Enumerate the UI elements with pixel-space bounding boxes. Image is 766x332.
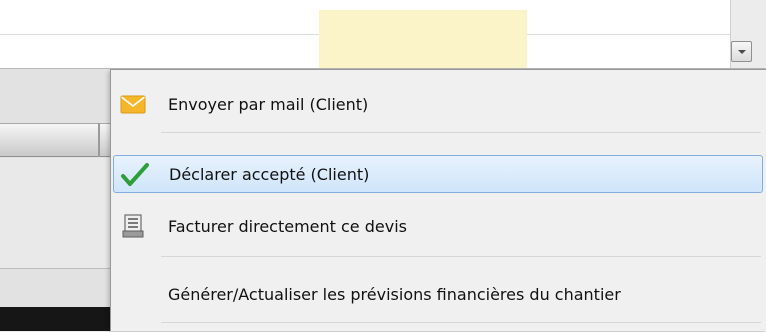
menu-item-generate-forecasts[interactable]: Générer/Actualiser les prévisions financ…	[113, 275, 763, 313]
context-menu: Envoyer par mail (Client) Déclarer accep…	[110, 69, 766, 331]
menu-separator	[161, 132, 761, 133]
background-panel	[0, 158, 110, 269]
background-dark-strip	[0, 307, 110, 331]
menu-separator	[161, 256, 761, 257]
menu-item-label: Envoyer par mail (Client)	[168, 94, 369, 114]
menu-item-label: Déclarer accepté (Client)	[169, 164, 370, 184]
envelope-icon	[119, 89, 149, 119]
column-separator[interactable]	[98, 123, 100, 157]
menu-separator	[161, 322, 761, 323]
dropdown-button[interactable]	[731, 41, 752, 62]
menu-item-label: Générer/Actualiser les prévisions financ…	[168, 284, 621, 304]
menu-item-send-mail[interactable]: Envoyer par mail (Client)	[113, 85, 763, 123]
highlighted-cell[interactable]	[319, 10, 527, 68]
menu-item-invoice-quote[interactable]: Facturer directement ce devis	[113, 207, 763, 245]
document-icon	[119, 211, 149, 241]
menu-item-label: Facturer directement ce devis	[168, 216, 407, 236]
checkmark-icon	[120, 160, 150, 190]
column-header-band	[0, 123, 110, 157]
menu-item-declare-accepted[interactable]: Déclarer accepté (Client)	[113, 155, 763, 193]
